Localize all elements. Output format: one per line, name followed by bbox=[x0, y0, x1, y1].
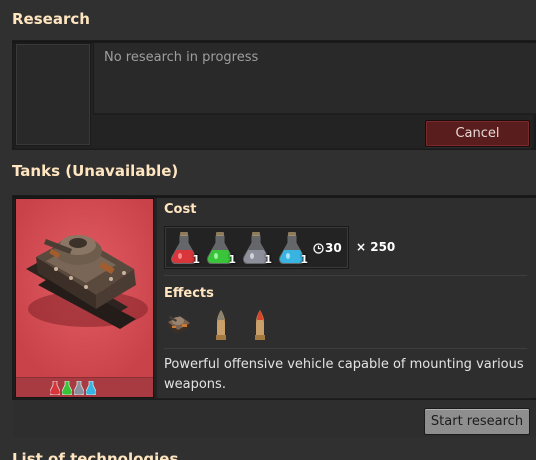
clock-icon bbox=[313, 242, 324, 254]
cost-ingredient-1-amount: 1 bbox=[192, 253, 200, 266]
cancel-research-button[interactable]: Cancel bbox=[425, 120, 530, 147]
cost-ingredient-2[interactable]: 1 bbox=[206, 232, 236, 266]
effects-heading: Effects bbox=[164, 286, 214, 301]
cost-ingredient-4[interactable]: 1 bbox=[278, 232, 308, 266]
cost-ingredient-1[interactable]: 1 bbox=[170, 232, 200, 266]
logistic-science-pack-mini-icon bbox=[62, 381, 72, 395]
research-status-text: No research in progress bbox=[104, 50, 259, 65]
cost-heading: Cost bbox=[164, 202, 197, 217]
research-time-value: 30 bbox=[325, 241, 342, 255]
start-research-button[interactable]: Start research bbox=[424, 408, 530, 435]
military-science-pack-mini-icon bbox=[74, 381, 84, 395]
tank-unlock-icon bbox=[166, 316, 192, 334]
technology-card[interactable] bbox=[15, 198, 154, 398]
cost-divider bbox=[164, 275, 527, 276]
research-time: 30 bbox=[313, 241, 342, 255]
cost-ingredient-3[interactable]: 1 bbox=[242, 232, 272, 266]
research-unit-count: × 250 bbox=[356, 240, 396, 254]
technology-description: Powerful offensive vehicle capable of mo… bbox=[164, 357, 524, 392]
research-heading: Research bbox=[12, 10, 90, 28]
effect-1[interactable] bbox=[164, 310, 194, 340]
effect-3[interactable] bbox=[245, 308, 275, 342]
cost-ingredient-2-amount: 1 bbox=[228, 253, 236, 266]
cost-ingredient-4-amount: 1 bbox=[300, 253, 308, 266]
technology-heading: Tanks (Unavailable) bbox=[12, 162, 179, 180]
explosive-cannon-shell-unlock-icon bbox=[255, 310, 265, 340]
research-progress-strip bbox=[93, 113, 536, 115]
cost-ingredient-3-amount: 1 bbox=[264, 253, 272, 266]
current-research-slot bbox=[15, 43, 91, 146]
automation-science-pack-mini-icon bbox=[50, 381, 60, 395]
effects-divider bbox=[164, 348, 527, 349]
technology-list-heading: List of technologies bbox=[12, 450, 179, 460]
chemical-science-pack-mini-icon bbox=[86, 381, 96, 395]
ingredient-strip bbox=[16, 377, 153, 397]
tank-icon bbox=[16, 199, 153, 379]
cannon-shell-unlock-icon bbox=[216, 310, 226, 340]
effect-2[interactable] bbox=[206, 308, 236, 342]
